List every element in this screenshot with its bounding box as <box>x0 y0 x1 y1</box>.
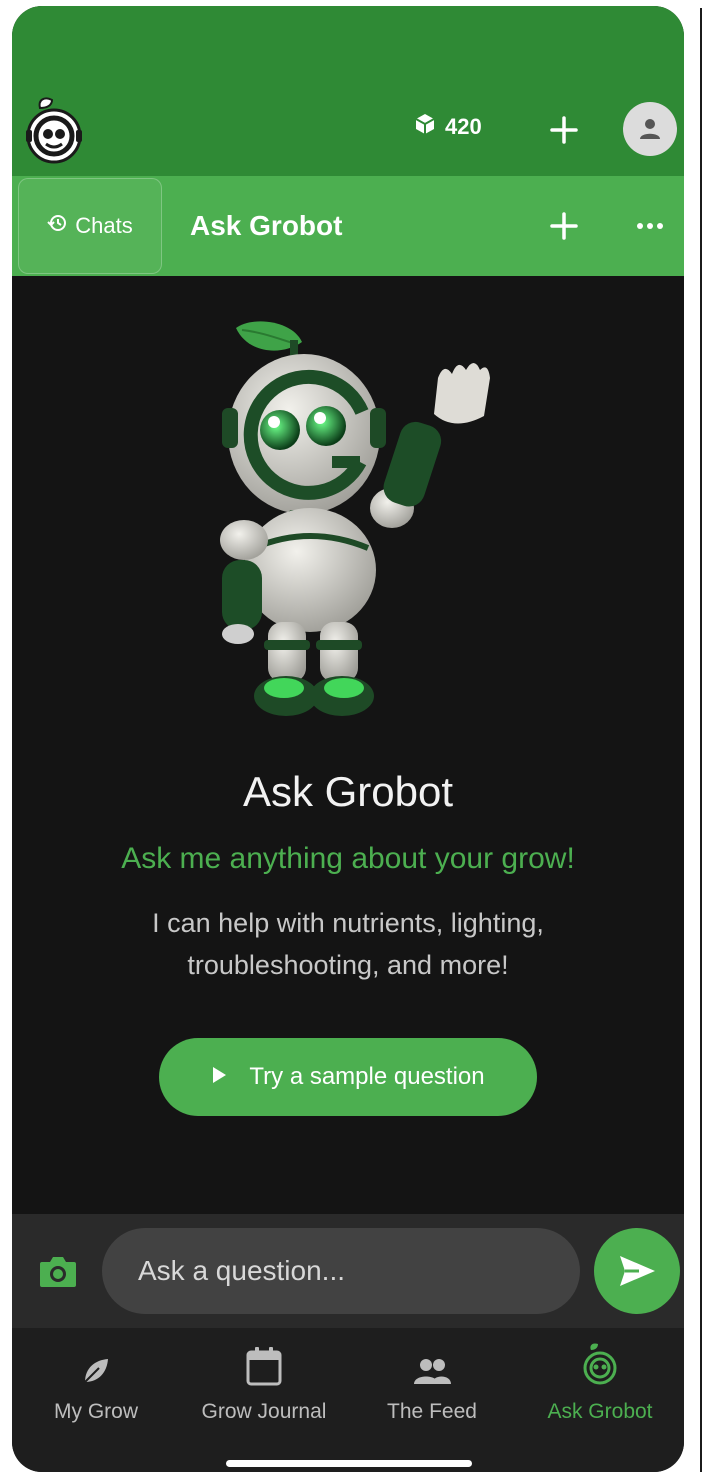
nav-item-ask-grobot[interactable]: Ask Grobot <box>516 1342 684 1442</box>
send-icon <box>620 1256 655 1286</box>
nav-label: The Feed <box>387 1400 477 1423</box>
credits-value: 420 <box>445 114 482 139</box>
sample-button-label: Try a sample question <box>249 1063 485 1090</box>
plus-icon <box>550 116 578 144</box>
plus-icon <box>550 212 578 240</box>
credits-counter[interactable]: 420 <box>414 112 482 142</box>
home-indicator <box>226 1460 472 1467</box>
app-header: 420 <box>12 6 684 176</box>
grobot-mascot-image <box>192 312 532 732</box>
camera-icon[interactable] <box>38 1252 78 1290</box>
more-options-button[interactable] <box>632 214 668 238</box>
chat-toolbar: Chats Ask Grobot <box>12 176 684 276</box>
try-sample-question-button[interactable]: Try a sample question <box>159 1038 537 1116</box>
chats-history-button[interactable]: Chats <box>18 178 162 274</box>
bottom-navigation: My Grow Grow Journal The Feed Ask Grobot <box>12 1328 684 1472</box>
chats-label: Chats <box>75 213 133 238</box>
profile-avatar[interactable] <box>623 102 677 156</box>
add-button[interactable] <box>544 110 584 150</box>
chat-title: Ask Grobot <box>190 210 343 241</box>
nav-item-my-grow[interactable]: My Grow <box>12 1342 180 1442</box>
play-icon <box>211 1063 227 1091</box>
new-chat-button[interactable] <box>544 206 584 246</box>
message-input-bar <box>12 1214 684 1328</box>
nav-item-the-feed[interactable]: The Feed <box>348 1342 516 1442</box>
grobot-logo-icon[interactable] <box>22 94 88 166</box>
cube-icon <box>414 113 436 141</box>
question-input[interactable] <box>102 1228 580 1314</box>
frame-edge <box>700 8 702 1472</box>
leaf-icon <box>84 1359 108 1383</box>
person-icon <box>640 119 660 139</box>
send-button[interactable] <box>594 1228 680 1314</box>
nav-label: My Grow <box>54 1400 138 1423</box>
people-icon <box>414 1359 451 1384</box>
calendar-icon <box>246 1347 282 1386</box>
grobot-icon <box>583 1343 617 1385</box>
history-icon <box>47 213 67 239</box>
nav-label: Grow Journal <box>201 1400 327 1423</box>
nav-label: Ask Grobot <box>547 1400 653 1423</box>
hero-description: I can help with nutrients, lighting, tro… <box>152 908 544 980</box>
hero-title: Ask Grobot <box>242 768 454 815</box>
nav-item-grow-journal[interactable]: Grow Journal <box>180 1342 348 1442</box>
hero-tagline: Ask me anything about your grow! <box>121 842 575 875</box>
phone-screen: 420 Chats Ask Grobot Ask Grobot Ask me a… <box>12 6 684 1472</box>
